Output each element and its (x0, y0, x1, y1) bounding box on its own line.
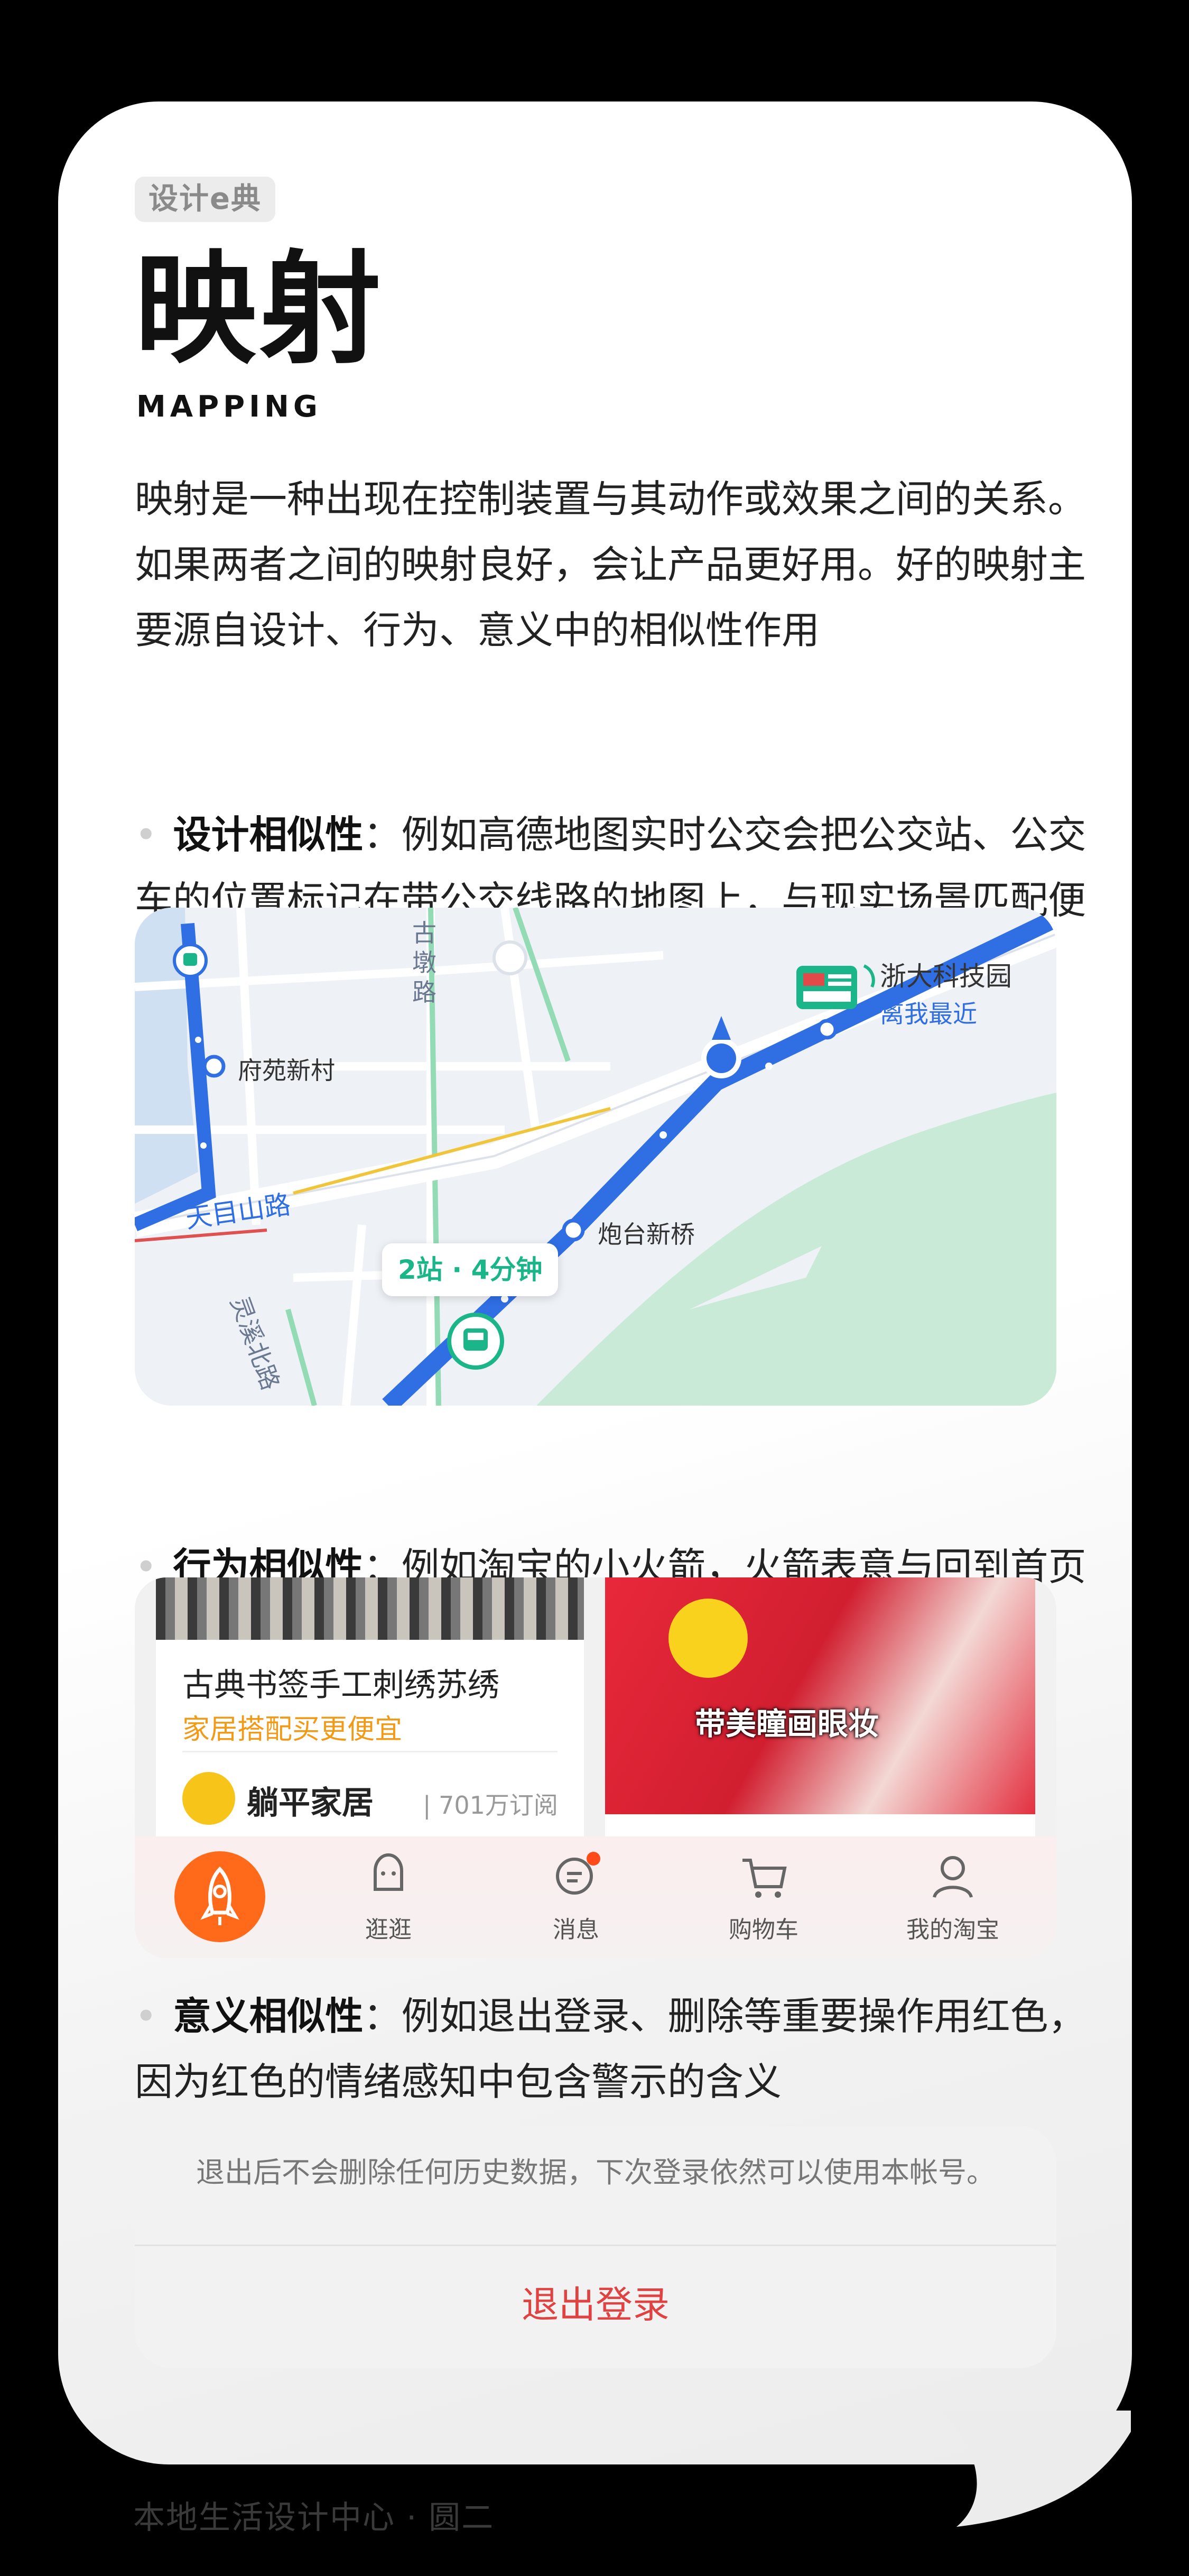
destination-note: 离我最近 (880, 1000, 977, 1028)
tab-label: 我的淘宝 (906, 1916, 999, 1943)
profile-icon (933, 1856, 973, 1898)
destination-label: 浙大科技园 (880, 961, 1012, 992)
page-subtitle: MAPPING (136, 390, 322, 424)
point-meaning: • 意义相似性：例如退出登录、删除等重要操作用红色，因为红色的情绪感知中包含警示的… (135, 1983, 1118, 2115)
speech-tail (941, 2411, 1131, 2527)
product-tag: 家居搭配买更便宜 (182, 1714, 403, 1746)
logout-button[interactable]: 退出登录 (135, 2246, 1056, 2368)
cart-icon (742, 1859, 787, 1898)
tab-bar: 逛逛 消息 购物车 我的淘宝 (135, 1836, 1056, 1958)
product-image (156, 1577, 584, 1640)
street-label: 古墩路 (412, 919, 436, 1007)
tab-label: 消息 (553, 1916, 599, 1943)
shop-avatar (182, 1772, 235, 1825)
taobao-screen: 古典书签手工刺绣苏绣 家居搭配买更便宜 躺平家居 | 701万订阅 带美瞳画眼妆… (135, 1577, 1056, 1958)
bullet-dot: • (135, 1994, 157, 2038)
tab-messages[interactable]: 消息 (497, 1847, 655, 1944)
shop-name: 躺平家居 (247, 1785, 374, 1822)
bus-icon[interactable] (449, 1315, 502, 1368)
tab-cart[interactable]: 购物车 (684, 1847, 843, 1944)
station-sign-icon (796, 966, 876, 1009)
point-heading: 意义相似性 (173, 1994, 364, 2038)
product-title: 古典书签手工刺绣苏绣 (182, 1667, 499, 1704)
eta-bubble: 2站 · 4分钟 (382, 1243, 559, 1296)
subscriber-count: | 701万订阅 (423, 1791, 558, 1820)
stop-label: 府苑新村 (238, 1056, 335, 1085)
stop-label: 炮台新桥 (598, 1220, 695, 1249)
duck-icon (668, 1599, 748, 1678)
message-icon (556, 1852, 600, 1895)
video-caption: 带美瞳画眼妆 (695, 1706, 879, 1742)
bus-route-map[interactable]: 古墩路 天目山路 灵溪北路 府苑新村 炮台新桥 浙大科技园 离我最近 2站 · … (135, 908, 1056, 1406)
bullet-dot: • (135, 812, 157, 857)
logout-dialog: 退出后不会删除任何历史数据，下次登录依然可以使用本帐号。 退出登录 (135, 2126, 1056, 2368)
video-card[interactable]: 带美瞳画眼妆 (605, 1577, 1035, 1873)
guangguang-icon (374, 1853, 403, 1891)
page-title: 映射 (135, 239, 385, 381)
rocket-icon (200, 1867, 239, 1925)
tab-label: 购物车 (729, 1916, 798, 1943)
tab-my-taobao[interactable]: 我的淘宝 (874, 1847, 1032, 1944)
point-heading: 设计相似性 (173, 812, 364, 857)
footer-credit: 本地生活设计中心 · 圆二 (133, 2499, 495, 2536)
product-card[interactable]: 古典书签手工刺绣苏绣 家居搭配买更便宜 躺平家居 | 701万订阅 (156, 1577, 584, 1873)
tab-label: 逛逛 (365, 1916, 412, 1943)
location-arrow-icon (701, 1016, 741, 1078)
logout-note: 退出后不会删除任何历史数据，下次登录依然可以使用本帐号。 (196, 2156, 995, 2189)
tab-guangguang[interactable]: 逛逛 (309, 1847, 468, 1944)
video-image (605, 1577, 1035, 1814)
bus-stop-icon (174, 945, 206, 976)
brand-tag: 设计e典 (135, 177, 275, 222)
intro-paragraph: 映射是一种出现在控制装置与其动作或效果之间的关系。如果两者之间的映射良好，会让产… (135, 477, 1086, 652)
rocket-button[interactable] (174, 1851, 265, 1942)
